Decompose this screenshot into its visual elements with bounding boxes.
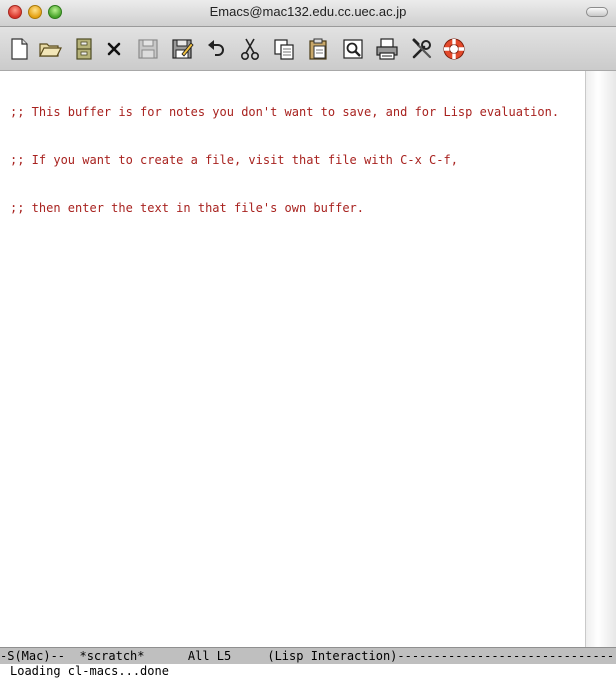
new-file-button[interactable] — [7, 37, 31, 61]
paste-button[interactable] — [306, 37, 330, 61]
file-cabinet-icon — [76, 38, 92, 60]
copy-icon — [274, 39, 294, 60]
search-button[interactable] — [341, 37, 365, 61]
customize-button[interactable] — [410, 37, 434, 61]
close-x-icon — [107, 42, 121, 56]
print-button[interactable] — [375, 37, 399, 61]
scratch-buffer-content[interactable]: ;; This buffer is for notes you don't wa… — [10, 72, 585, 248]
undo-arrow-icon — [208, 40, 224, 56]
toolbar — [0, 27, 616, 71]
save-as-button[interactable] — [170, 37, 194, 61]
dired-button[interactable] — [72, 37, 96, 61]
save-button[interactable] — [136, 37, 160, 61]
magnifier-icon — [343, 39, 363, 59]
clipboard-icon — [309, 38, 327, 60]
echo-area: Loading cl-macs...done — [0, 664, 616, 679]
open-folder-button[interactable] — [38, 37, 62, 61]
buffer-line: ;; If you want to create a file, visit t… — [10, 153, 458, 167]
floppy-pencil-icon — [172, 39, 194, 59]
cut-button[interactable] — [238, 37, 262, 61]
new-file-icon — [11, 38, 28, 60]
kill-buffer-button[interactable] — [102, 37, 126, 61]
scissors-icon — [240, 38, 260, 61]
open-folder-icon — [39, 43, 62, 57]
copy-button[interactable] — [272, 37, 296, 61]
buffer-line: ;; This buffer is for notes you don't wa… — [10, 105, 560, 119]
mode-line-fill: ------------------------------------ — [397, 649, 616, 663]
mode-line-buffer-name[interactable]: *scratch* — [79, 649, 144, 663]
mode-line-major-mode[interactable]: (Lisp Interaction) — [267, 649, 397, 663]
undo-button[interactable] — [204, 37, 228, 61]
floppy-disk-icon — [138, 39, 158, 59]
emacs-window: Emacs@mac132.edu.cc.uec.ac.jp ;; This bu… — [0, 0, 616, 679]
buffer-text-area[interactable]: ;; This buffer is for notes you don't wa… — [0, 71, 585, 647]
tools-icon — [412, 38, 432, 59]
mode-line[interactable]: -S(Mac)-- *scratch* All L5 (Lisp Interac… — [0, 647, 616, 664]
mode-line-coding: -S(Mac)-- — [0, 649, 66, 663]
toolbar-toggle-button[interactable] — [586, 7, 608, 17]
left-fringe — [0, 71, 9, 647]
help-button[interactable] — [442, 37, 466, 61]
window-title: Emacs@mac132.edu.cc.uec.ac.jp — [209, 4, 407, 19]
mode-line-position: All L5 — [187, 649, 232, 663]
title-bar[interactable]: Emacs@mac132.edu.cc.uec.ac.jp — [0, 0, 616, 27]
buffer-line: ;; then enter the text in that file's ow… — [10, 201, 365, 215]
printer-icon — [376, 38, 398, 60]
vertical-scrollbar[interactable] — [585, 71, 616, 647]
lifebuoy-icon — [443, 38, 465, 60]
